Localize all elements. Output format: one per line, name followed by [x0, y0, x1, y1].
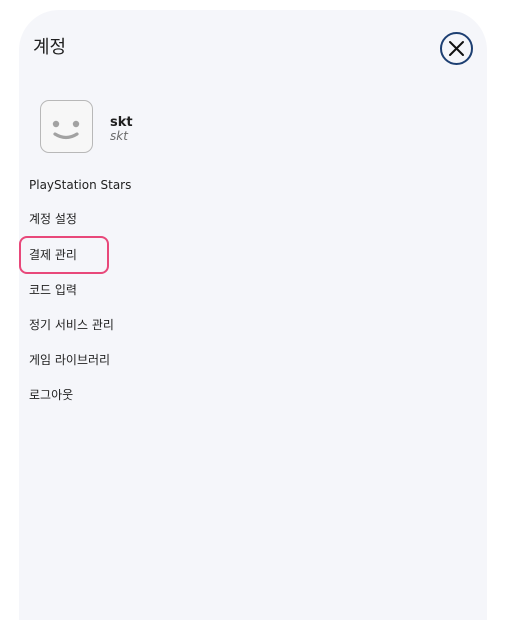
menu-item-account-settings[interactable]: 계정 설정: [29, 211, 77, 227]
avatar: [40, 100, 93, 153]
page-title: 계정: [33, 37, 67, 58]
close-icon: [449, 41, 464, 56]
username: skt: [110, 115, 133, 130]
menu-item-logout[interactable]: 로그아웃: [29, 387, 73, 403]
user-id: skt: [110, 129, 128, 143]
menu-item-playstation-stars[interactable]: PlayStation Stars: [29, 177, 131, 193]
close-button[interactable]: [440, 32, 473, 65]
menu-item-subscription-management[interactable]: 정기 서비스 관리: [29, 317, 114, 333]
menu-item-redeem-code[interactable]: 코드 입력: [29, 282, 77, 298]
account-panel: 계정 skt skt PlayStation Stars 계정 설정 결제 관리…: [19, 10, 487, 620]
menu-item-payment-management[interactable]: 결제 관리: [19, 236, 109, 274]
smiley-face-icon: [52, 120, 80, 140]
menu-item-game-library[interactable]: 게임 라이브러리: [29, 352, 110, 368]
